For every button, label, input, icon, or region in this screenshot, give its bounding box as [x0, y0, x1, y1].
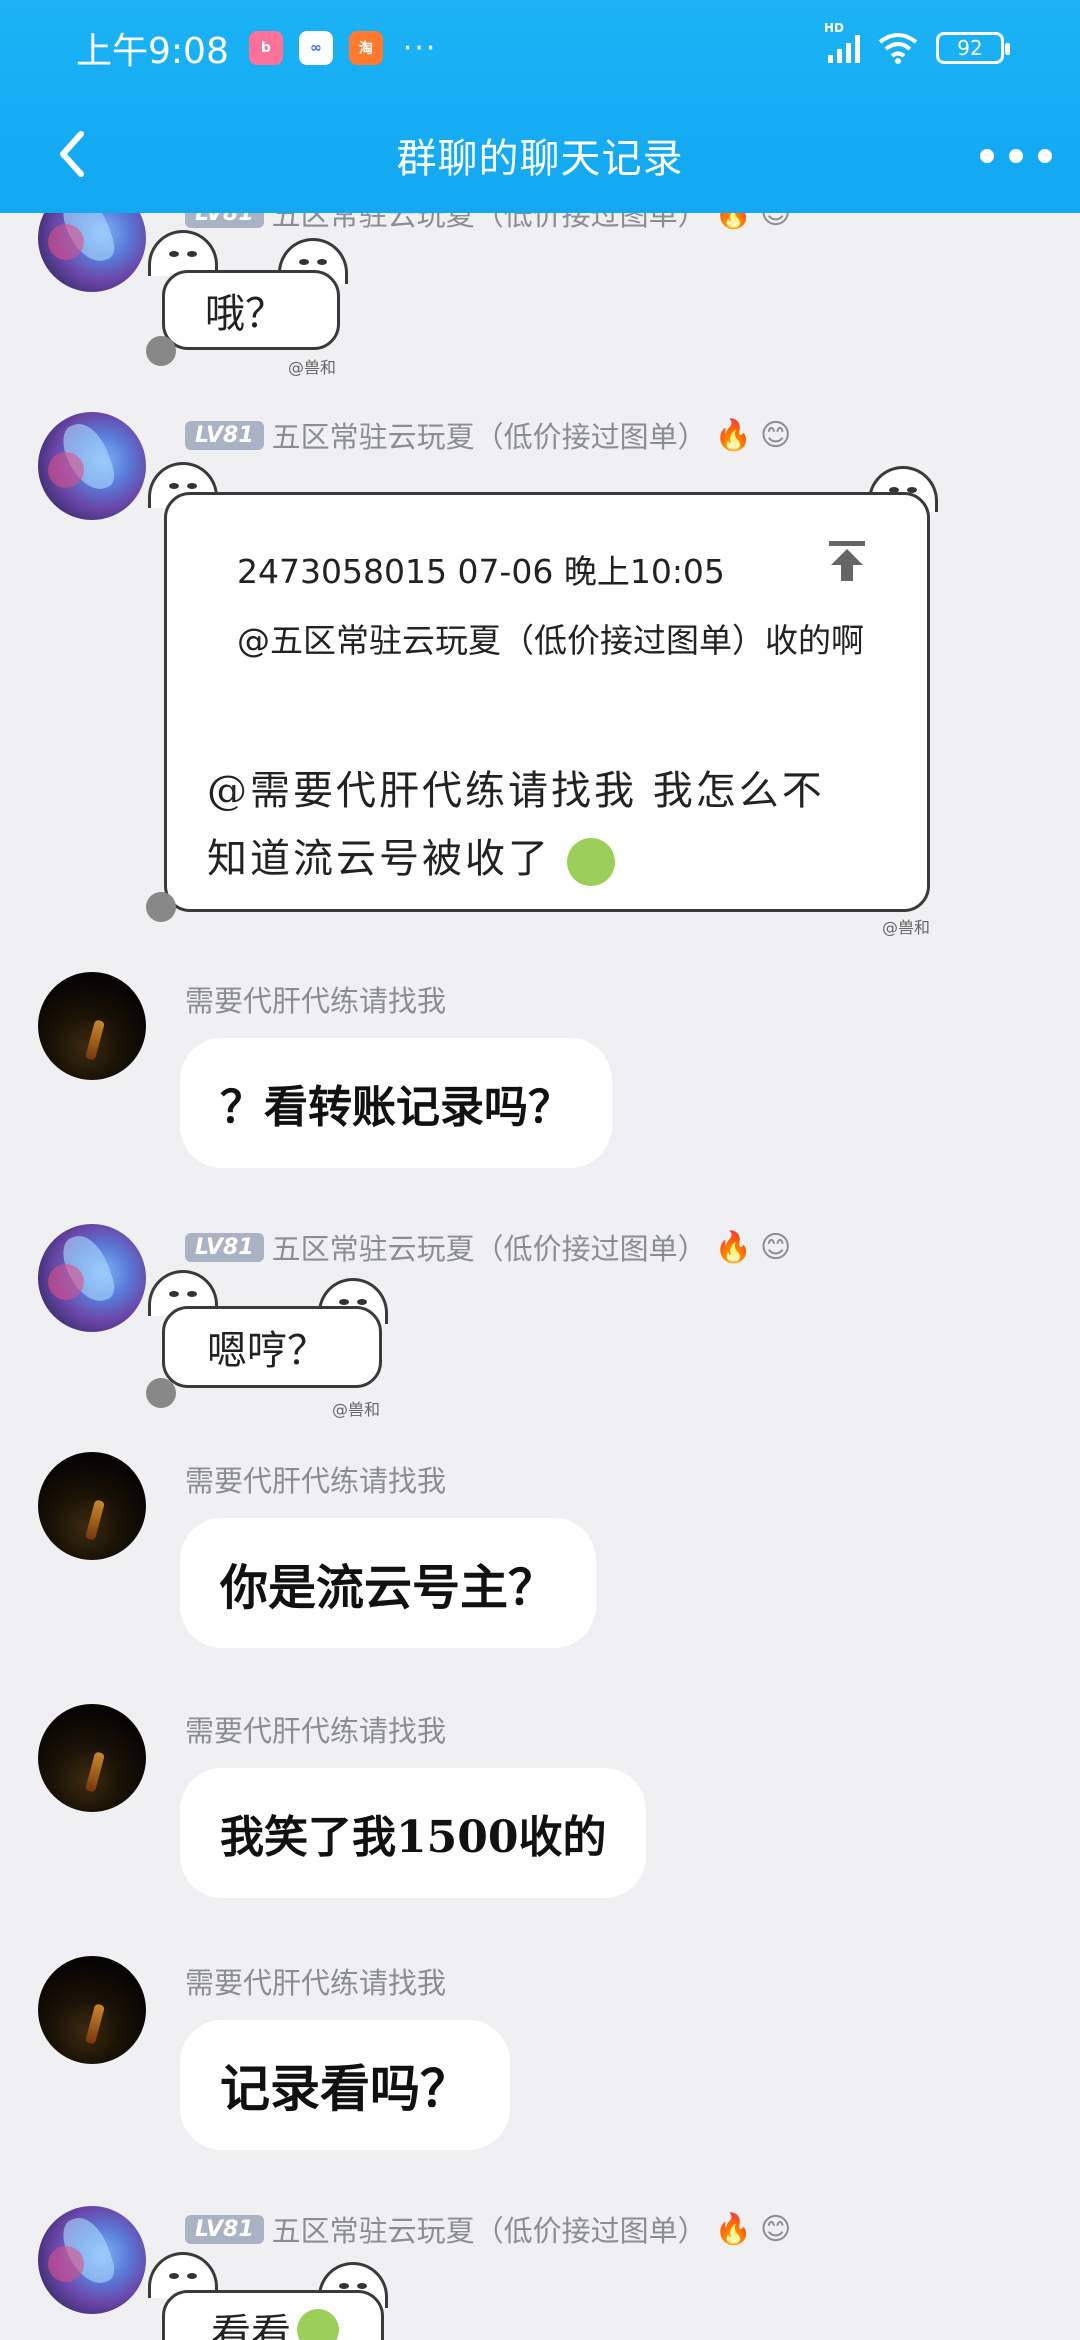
- back-button[interactable]: [40, 122, 104, 186]
- taobao-icon: 淘: [348, 31, 383, 65]
- fire-icon: 🔥: [714, 1229, 753, 1265]
- wifi-icon: [878, 33, 918, 64]
- sender-name: 需要代肝代练请找我: [185, 1966, 447, 2000]
- smile-icon: 😊: [760, 417, 792, 453]
- sender-name-row: LV81 五区常驻云玩夏（低价接过图单） 🔥 😊: [185, 414, 791, 456]
- pin-top-icon[interactable]: [827, 539, 867, 587]
- message-text: 记录看吗？: [220, 2059, 470, 2118]
- smile-icon: 😊: [760, 2211, 792, 2247]
- sticker-signature: @兽和: [882, 918, 931, 937]
- message-bubble[interactable]: ？看转账记录吗？: [180, 1038, 612, 1168]
- more-dots-icon: [980, 149, 994, 163]
- level-badge: LV81: [185, 1232, 264, 1262]
- status-time: 上午9:08: [76, 31, 229, 72]
- sender-name: 需要代肝代练请找我: [185, 1714, 447, 1748]
- message-bubble[interactable]: 看看: [162, 2290, 384, 2340]
- avatar[interactable]: [38, 1452, 146, 1560]
- chat-list[interactable]: LV81 五区常驻云玩夏（低价接过图单） 🔥 😊 哦？ @兽和 LV81 五区常…: [0, 0, 1080, 2340]
- sticker-signature: @兽和: [332, 1400, 381, 1419]
- message-bubble[interactable]: 嗯哼？: [162, 1306, 382, 1388]
- message-text: 哦？: [205, 291, 285, 337]
- sender-name-row: 需要代肝代练请找我: [185, 1458, 446, 1500]
- status-right: HD 92: [824, 21, 1010, 64]
- message-text: ？看转账记录吗？: [220, 1082, 572, 1133]
- sender-name: 五区常驻云玩夏（低价接过图单）: [271, 2214, 707, 2248]
- sender-name-row: 需要代肝代练请找我: [185, 1960, 446, 2002]
- quote-body: @五区常驻云玩夏（低价接过图单）收的啊: [237, 621, 864, 660]
- status-notification-apps: b ∞ 淘 ···: [248, 30, 438, 66]
- sender-name: 五区常驻云玩夏（低价接过图单）: [271, 420, 707, 454]
- more-notifications-icon: ···: [402, 30, 438, 66]
- avatar[interactable]: [38, 412, 146, 520]
- bilibili-icon: b: [248, 31, 283, 65]
- cat-tail-decoration: [146, 1378, 176, 1408]
- message-bubble[interactable]: 哦？: [162, 270, 340, 350]
- message-text: 看看: [211, 2311, 291, 2340]
- message-bubble[interactable]: 2473058015 07-06 晚上10:05 @五区常驻云玩夏（低价接过图单…: [164, 492, 930, 912]
- cat-tail-decoration: [146, 336, 176, 366]
- avatar[interactable]: [38, 2206, 146, 2314]
- avatar[interactable]: [38, 972, 146, 1080]
- chevron-left-icon: [60, 131, 84, 177]
- sender-name: 需要代肝代练请找我: [185, 1464, 447, 1498]
- fire-icon: 🔥: [714, 417, 753, 453]
- sender-name: 需要代肝代练请找我: [185, 984, 447, 1018]
- message-text: 嗯哼？: [207, 1328, 327, 1374]
- battery-level: 92: [957, 36, 983, 60]
- avatar[interactable]: [38, 1956, 146, 2064]
- baidu-netdisk-icon: ∞: [298, 31, 333, 65]
- message-text: 我笑了我1500收的: [220, 1812, 607, 1863]
- fire-icon: 🔥: [714, 2211, 753, 2247]
- sender-name-row: LV81 五区常驻云玩夏（低价接过图单） 🔥 😊: [185, 2208, 791, 2250]
- sticker-emoji-icon: [297, 2309, 339, 2340]
- message-text: 你是流云号主？: [220, 1560, 557, 1616]
- message-bubble[interactable]: 我笑了我1500收的: [180, 1768, 647, 1898]
- quoted-message[interactable]: 2473058015 07-06 晚上10:05 @五区常驻云玩夏（低价接过图单…: [237, 545, 877, 667]
- sender-name-row: 需要代肝代练请找我: [185, 1708, 446, 1750]
- cat-tail-decoration: [146, 892, 176, 922]
- message-bubble[interactable]: 记录看吗？: [180, 2020, 510, 2150]
- message-text-line: @需要代肝代练请找我 我怎么不: [207, 768, 825, 814]
- level-badge: LV81: [185, 2214, 264, 2244]
- sticker-emoji-icon: [566, 838, 615, 886]
- status-bar: 上午9:08 b ∞ 淘 ··· HD 92: [0, 0, 1080, 96]
- smile-icon: 😊: [760, 1229, 792, 1265]
- avatar[interactable]: [38, 1704, 146, 1812]
- signal-icon: HD: [824, 21, 860, 63]
- sender-name-row: 需要代肝代练请找我: [185, 978, 446, 1020]
- nav-bar: 群聊的聊天记录: [0, 96, 1080, 213]
- top-app-bar: 上午9:08 b ∞ 淘 ··· HD 92 群聊的聊天记录: [0, 0, 1080, 213]
- battery-icon: 92: [936, 32, 1010, 64]
- more-options-button[interactable]: [980, 136, 1052, 176]
- page-title: 群聊的聊天记录: [396, 135, 684, 182]
- avatar[interactable]: [38, 1224, 146, 1332]
- message-bubble[interactable]: 你是流云号主？: [180, 1518, 597, 1648]
- sender-name-row: LV81 五区常驻云玩夏（低价接过图单） 🔥 😊: [185, 1226, 791, 1268]
- sticker-signature: @兽和: [288, 358, 337, 377]
- message-text: @需要代肝代练请找我 我怎么不 知道流云号被收了: [207, 757, 825, 893]
- sender-name: 五区常驻云玩夏（低价接过图单）: [271, 1232, 707, 1266]
- level-badge: LV81: [185, 420, 264, 450]
- quote-header: 2473058015 07-06 晚上10:05: [237, 552, 725, 591]
- message-text-line: 知道流云号被收了: [207, 825, 825, 893]
